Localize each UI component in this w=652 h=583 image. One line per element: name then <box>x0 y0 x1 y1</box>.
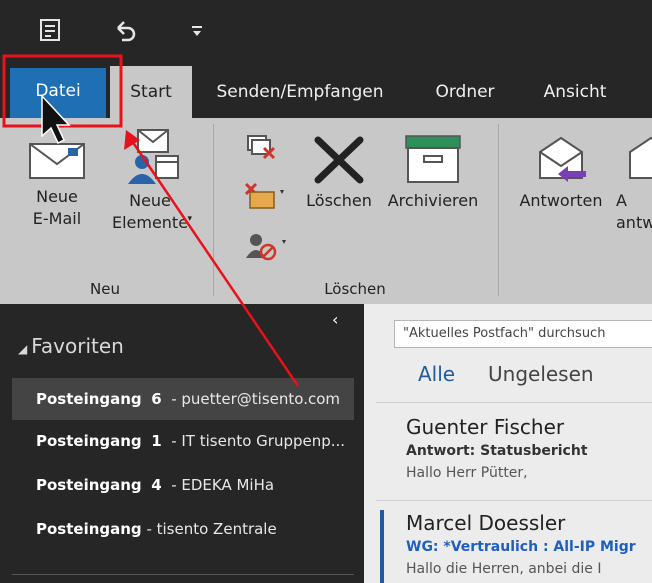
divider <box>376 500 652 501</box>
new-items-icon <box>128 129 179 184</box>
search-input[interactable]: "Aktuelles Postfach" durchsuch <box>394 320 652 348</box>
tab-start[interactable]: Start <box>110 66 192 120</box>
message-subject: Antwort: Statusbericht <box>406 443 588 459</box>
divider <box>376 402 652 403</box>
new-email-button[interactable]: Neue E-Mail <box>12 140 102 230</box>
favorites-label: Favoriten <box>31 334 124 358</box>
tab-datei[interactable]: Datei <box>10 68 106 118</box>
unread-count: 4 <box>151 476 162 494</box>
message-preview: Hallo Herr Pütter, <box>406 465 528 481</box>
delete-icon <box>314 136 364 184</box>
ribbon-tabs: Datei Start Senden/Empfangen Ordner Ansi… <box>0 62 652 120</box>
unread-indicator <box>380 510 384 583</box>
folder-pane: ‹ ◢ Favoriten Posteingang 6 - puetter@tis… <box>0 304 364 583</box>
reply-icon <box>539 136 586 182</box>
delete-button[interactable]: Löschen <box>302 134 376 212</box>
folder-name: Posteingang <box>36 390 142 408</box>
new-email-label: Neue E-Mail <box>32 187 82 228</box>
archive-icon <box>405 135 461 183</box>
folder-account: - tisento Zentrale <box>146 520 277 538</box>
chevron-down-icon: ▾ <box>187 214 192 224</box>
filter-all-tab[interactable]: Alle <box>418 362 455 386</box>
archive-button[interactable]: Archivieren <box>384 134 482 212</box>
group-label-neu: Neu <box>90 280 120 298</box>
reply-label: Antworten <box>519 191 603 210</box>
folder-account: - puetter@tisento.com <box>171 390 340 408</box>
tab-ordner[interactable]: Ordner <box>410 66 520 118</box>
unread-count: 6 <box>151 390 162 408</box>
delete-label: Löschen <box>306 191 372 210</box>
message-sender: Marcel Doessler <box>406 511 566 535</box>
quick-access-toolbar <box>0 0 652 62</box>
message-preview: Hallo die Herren, anbei die I <box>406 561 602 577</box>
group-separator <box>498 124 499 296</box>
group-label-loeschen: Löschen <box>324 280 386 298</box>
folder-item-inbox-it[interactable]: Posteingang 1 - IT tisento Gruppenp... <box>12 420 354 462</box>
ignore-icon[interactable] <box>244 132 278 166</box>
group-separator <box>213 124 214 296</box>
message-subject: WG: *Vertraulich : All-IP Migr <box>406 539 636 555</box>
envelope-icon <box>29 143 85 179</box>
reply-button[interactable]: Antworten <box>512 134 610 212</box>
undo-icon[interactable] <box>110 14 140 48</box>
folder-account: - EDEKA MiHa <box>171 476 275 494</box>
new-items-button[interactable]: Neue Elemente ▾ <box>100 128 200 234</box>
archive-label: Archivieren <box>387 191 479 210</box>
folder-name: Posteingang <box>36 520 142 538</box>
filter-unread-tab[interactable]: Ungelesen <box>488 362 594 386</box>
divider <box>12 574 354 575</box>
junk-icon[interactable] <box>244 230 290 266</box>
send-receive-icon[interactable] <box>36 14 66 48</box>
folder-name: Posteingang <box>36 432 142 450</box>
folder-item-inbox-edeka[interactable]: Posteingang 4 - EDEKA MiHa <box>12 464 354 506</box>
mail-list: "Aktuelles Postfach" durchsuch Alle Unge… <box>364 304 652 583</box>
collapse-triangle-icon: ◢ <box>18 342 28 356</box>
favorites-header[interactable]: ◢ Favoriten <box>18 334 124 358</box>
customize-qat-icon[interactable] <box>182 14 212 48</box>
new-items-label: Neue Elemente <box>111 191 189 232</box>
unread-count: 1 <box>151 432 162 450</box>
cleanup-icon[interactable] <box>242 180 288 216</box>
message-item[interactable]: Marcel Doessler WG: *Vertraulich : All-I… <box>376 510 652 583</box>
tab-senden-empfangen[interactable]: Senden/Empfangen <box>200 66 400 118</box>
folder-item-inbox-puetter[interactable]: Posteingang 6 - puetter@tisento.com <box>12 378 354 420</box>
folder-account: - IT tisento Gruppenp... <box>171 432 346 450</box>
message-item[interactable]: Guenter Fischer Antwort: Statusbericht H… <box>376 414 652 484</box>
ribbon: Neue E-Mail Neue Elemente ▾ Neu Löschen <box>0 118 652 304</box>
folder-name: Posteingang <box>36 476 142 494</box>
tab-ansicht[interactable]: Ansicht <box>520 66 630 118</box>
reply-all-button[interactable]: A antw <box>612 134 652 234</box>
reply-all-icon <box>629 136 652 179</box>
reply-all-label: A antw <box>616 191 652 232</box>
folder-item-inbox-zentrale[interactable]: Posteingang - tisento Zentrale <box>12 508 354 550</box>
collapse-pane-icon[interactable]: ‹ <box>332 310 338 329</box>
message-sender: Guenter Fischer <box>406 415 565 439</box>
